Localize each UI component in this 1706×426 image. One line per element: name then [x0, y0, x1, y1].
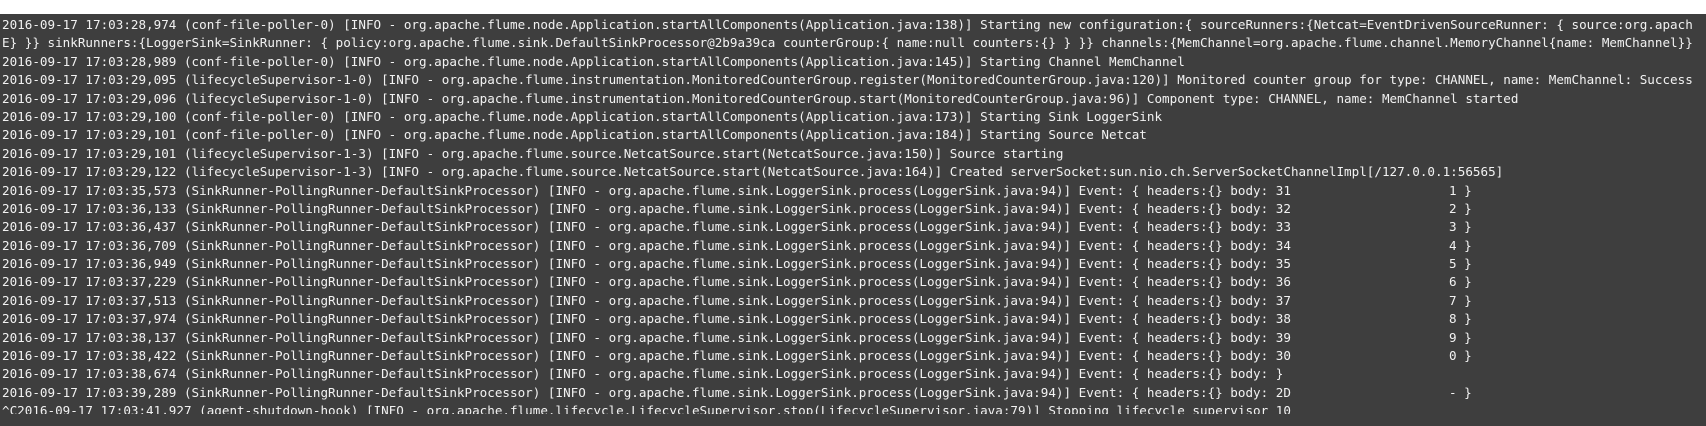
log-text: 2016-09-17 17:03:38,137 (SinkRunner-Poll… [2, 329, 1291, 345]
log-tail: 1 } [1449, 182, 1472, 198]
log-text: 2016-09-17 17:03:37,513 (SinkRunner-Poll… [2, 292, 1291, 308]
log-text: E} }} sinkRunners:{LoggerSink=SinkRunner… [2, 35, 1693, 51]
log-text: 2016-09-17 17:03:38,422 (SinkRunner-Poll… [2, 348, 1291, 364]
log-text: 2016-09-17 17:03:29,095 (lifecycleSuperv… [2, 72, 1693, 88]
log-text: ^C2016-09-17 17:03:41,927 (agent-shutdow… [2, 403, 1291, 415]
log-tail: 9 } [1449, 329, 1472, 345]
log-line: 2016-09-17 17:03:38,137 (SinkRunner-Poll… [2, 329, 1702, 347]
log-text: 2016-09-17 17:03:28,974 (conf-file-polle… [2, 17, 1693, 32]
log-line: 2016-09-17 17:03:37,513 (SinkRunner-Poll… [2, 292, 1702, 310]
log-line: 2016-09-17 17:03:36,709 (SinkRunner-Poll… [2, 237, 1702, 255]
log-output: 2016-09-17 17:03:28,974 (conf-file-polle… [2, 16, 1702, 414]
log-line: 2016-09-17 17:03:28,974 (conf-file-polle… [2, 16, 1702, 34]
log-line: 2016-09-17 17:03:28,989 (conf-file-polle… [2, 53, 1702, 71]
log-tail: 8 } [1449, 311, 1472, 327]
log-line: ^C2016-09-17 17:03:41,927 (agent-shutdow… [2, 402, 1702, 414]
log-line: 2016-09-17 17:03:37,229 (SinkRunner-Poll… [2, 273, 1702, 291]
clipped-header-text [0, 0, 1706, 14]
log-text: 2016-09-17 17:03:29,100 (conf-file-polle… [2, 108, 1163, 124]
log-tail: 5 } [1449, 256, 1472, 272]
log-line: 2016-09-17 17:03:37,974 (SinkRunner-Poll… [2, 310, 1702, 328]
log-line: E} }} sinkRunners:{LoggerSink=SinkRunner… [2, 34, 1702, 52]
log-line: 2016-09-17 17:03:38,422 (SinkRunner-Poll… [2, 347, 1702, 365]
log-line: 2016-09-17 17:03:29,101 (conf-file-polle… [2, 126, 1702, 144]
log-line: 2016-09-17 17:03:29,095 (lifecycleSuperv… [2, 71, 1702, 89]
log-text: 2016-09-17 17:03:37,974 (SinkRunner-Poll… [2, 311, 1291, 327]
log-line: 2016-09-17 17:03:36,437 (SinkRunner-Poll… [2, 218, 1702, 236]
log-text: 2016-09-17 17:03:37,229 (SinkRunner-Poll… [2, 274, 1291, 290]
log-line: 2016-09-17 17:03:38,674 (SinkRunner-Poll… [2, 365, 1702, 383]
log-tail: 7 } [1449, 292, 1472, 308]
log-tail: 4 } [1449, 237, 1472, 253]
log-tail: 0 } [1449, 348, 1472, 364]
log-line: 2016-09-17 17:03:29,100 (conf-file-polle… [2, 108, 1702, 126]
log-line: 2016-09-17 17:03:29,122 (lifecycleSuperv… [2, 163, 1702, 181]
log-text: 2016-09-17 17:03:38,674 (SinkRunner-Poll… [2, 366, 1284, 382]
log-tail: 2 } [1449, 200, 1472, 216]
log-text: 2016-09-17 17:03:36,133 (SinkRunner-Poll… [2, 200, 1291, 216]
log-text: 2016-09-17 17:03:29,101 (lifecycleSuperv… [2, 145, 1064, 161]
log-text: 2016-09-17 17:03:36,949 (SinkRunner-Poll… [2, 256, 1291, 272]
log-line: 2016-09-17 17:03:39,289 (SinkRunner-Poll… [2, 384, 1702, 402]
log-line: 2016-09-17 17:03:35,573 (SinkRunner-Poll… [2, 182, 1702, 200]
log-text: 2016-09-17 17:03:29,101 (conf-file-polle… [2, 127, 1147, 143]
log-line: 2016-09-17 17:03:29,096 (lifecycleSuperv… [2, 90, 1702, 108]
log-line: 2016-09-17 17:03:29,101 (lifecycleSuperv… [2, 145, 1702, 163]
log-text: 2016-09-17 17:03:29,096 (lifecycleSuperv… [2, 90, 1519, 106]
log-text: 2016-09-17 17:03:36,437 (SinkRunner-Poll… [2, 219, 1291, 235]
log-text: 2016-09-17 17:03:39,289 (SinkRunner-Poll… [2, 384, 1291, 400]
log-tail: 3 } [1449, 219, 1472, 235]
terminal-window[interactable]: 2016-09-17 17:03:28,974 (conf-file-polle… [0, 14, 1706, 426]
log-tail: - } [1449, 384, 1472, 400]
log-tail: 6 } [1449, 274, 1472, 290]
log-line: 2016-09-17 17:03:36,949 (SinkRunner-Poll… [2, 255, 1702, 273]
log-text: 2016-09-17 17:03:36,709 (SinkRunner-Poll… [2, 237, 1291, 253]
log-text: 2016-09-17 17:03:35,573 (SinkRunner-Poll… [2, 182, 1291, 198]
log-text: 2016-09-17 17:03:29,122 (lifecycleSuperv… [2, 164, 1504, 180]
log-text: 2016-09-17 17:03:28,989 (conf-file-polle… [2, 53, 1185, 69]
log-line: 2016-09-17 17:03:36,133 (SinkRunner-Poll… [2, 200, 1702, 218]
